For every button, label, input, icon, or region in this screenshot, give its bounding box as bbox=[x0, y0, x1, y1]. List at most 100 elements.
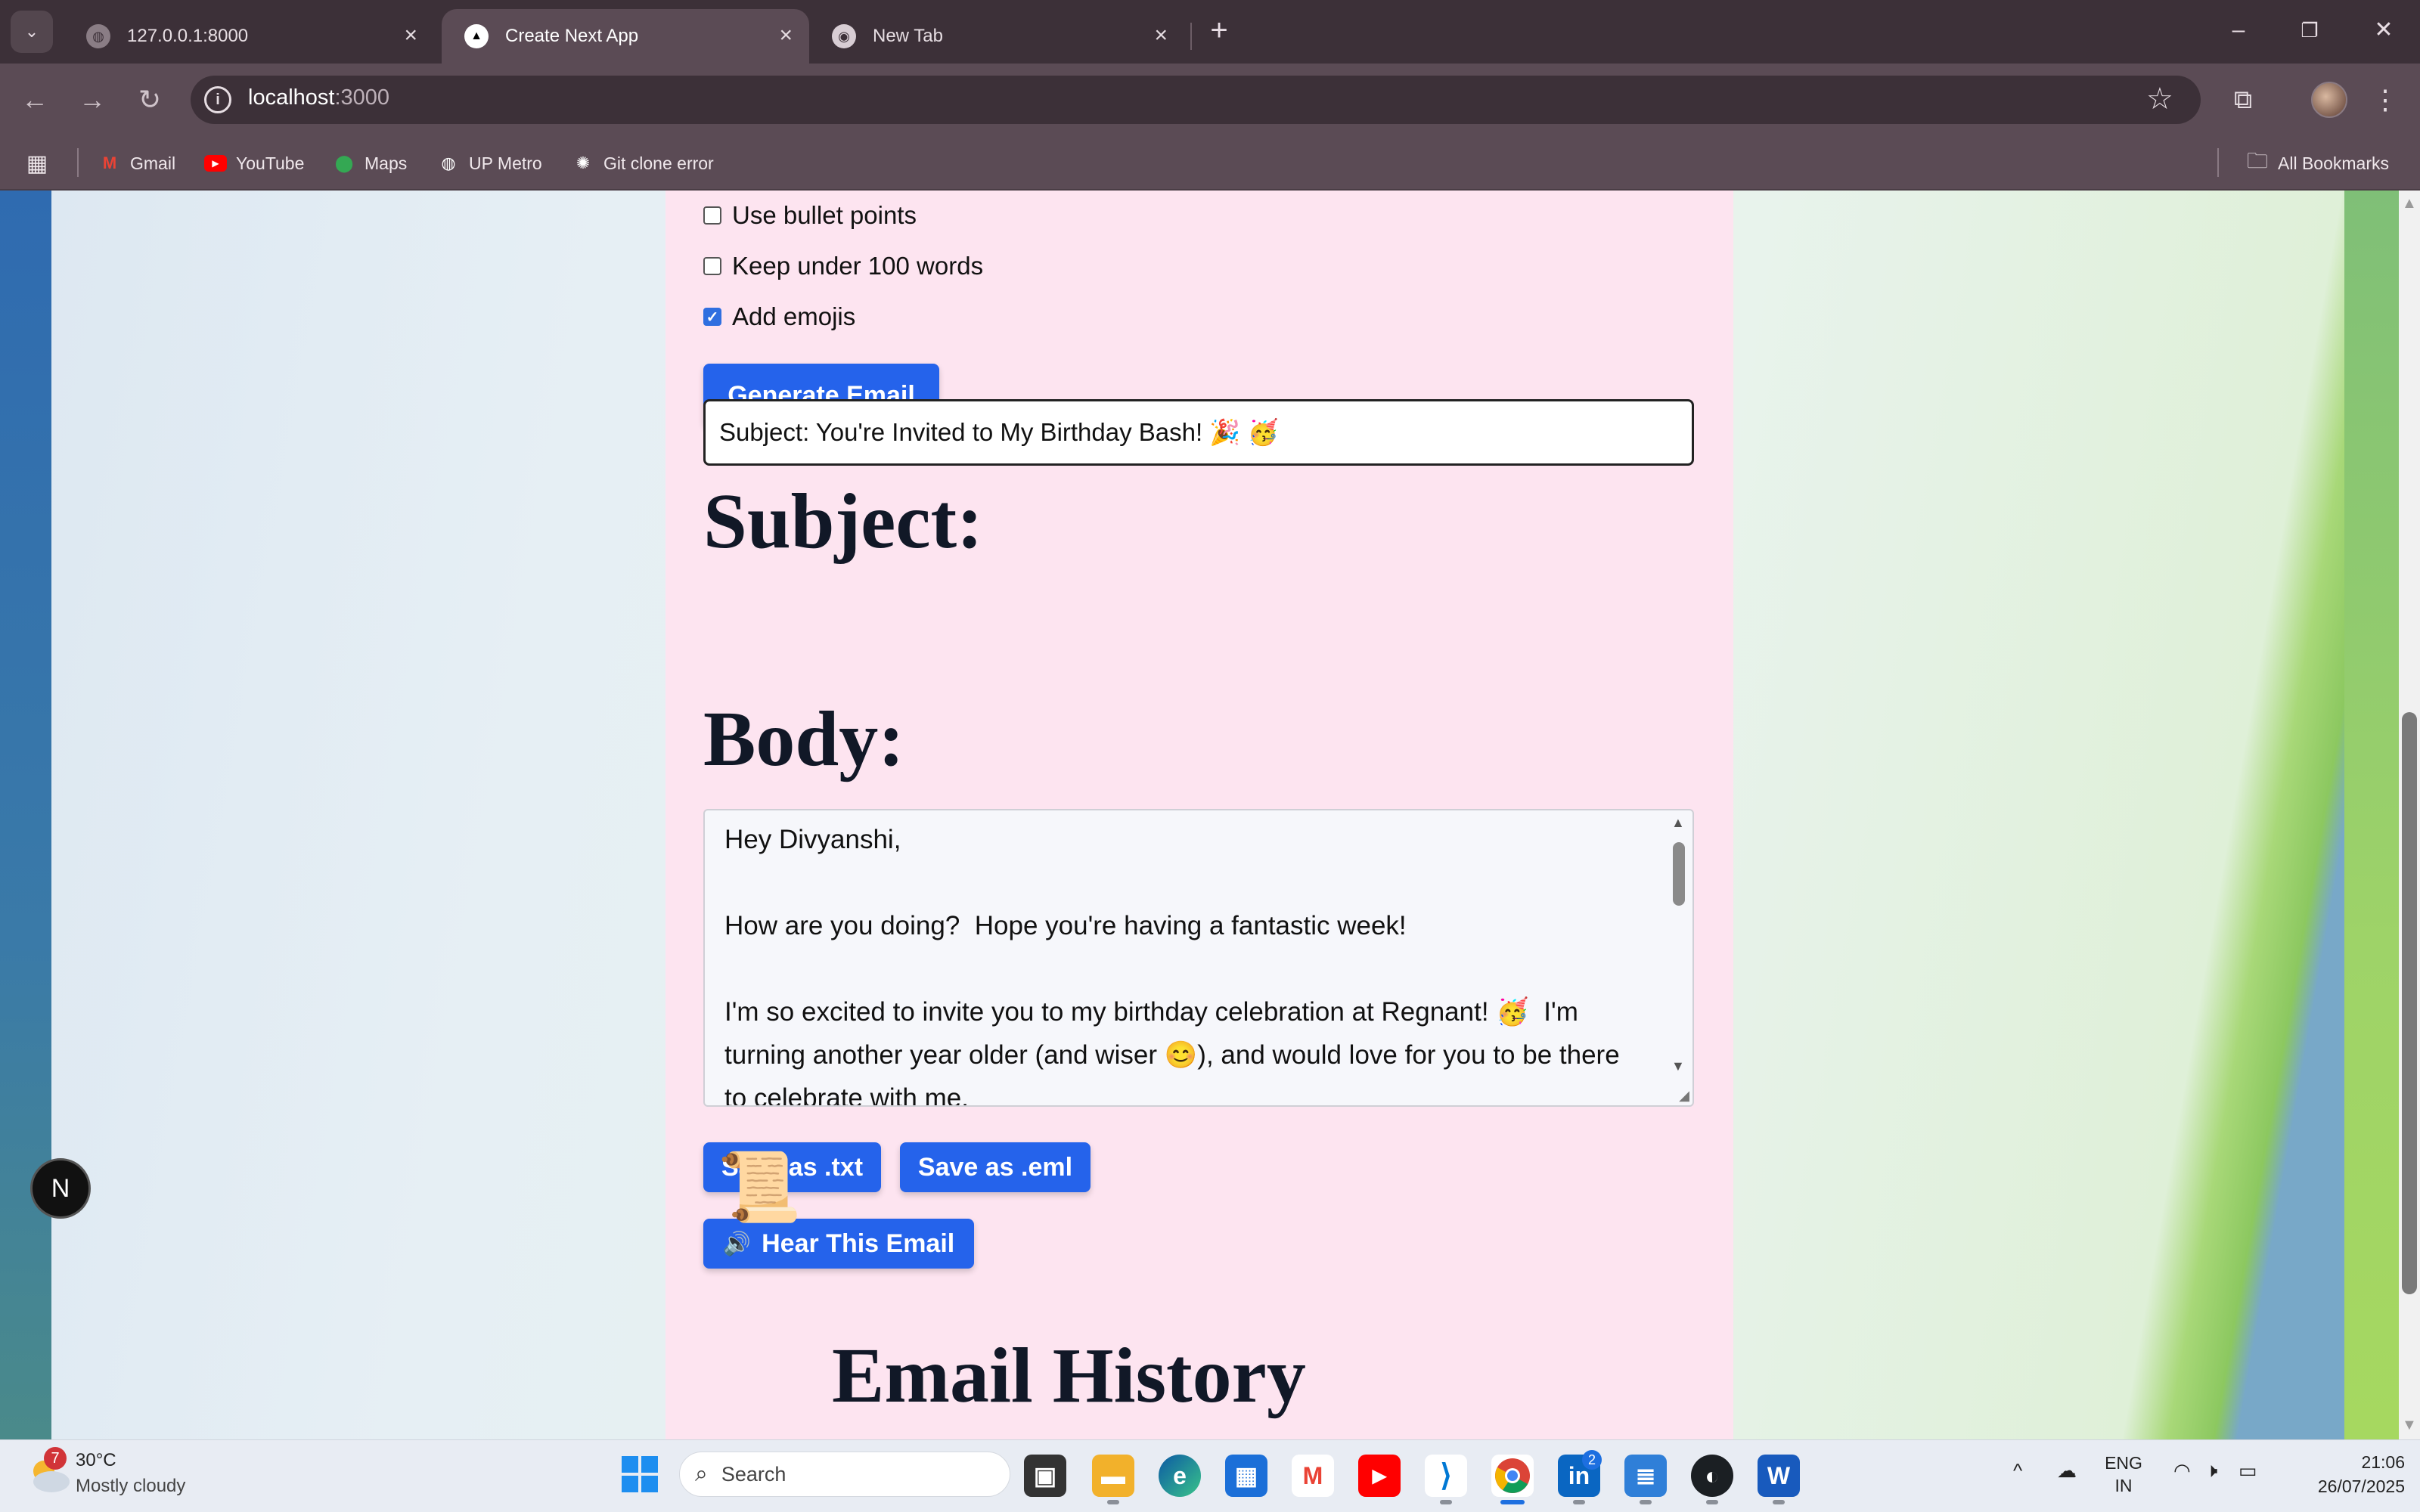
onedrive-icon[interactable]: ☁ bbox=[2057, 1459, 2077, 1483]
under-100-words-checkbox[interactable] bbox=[703, 257, 721, 275]
clock-date: 26/07/2025 bbox=[2317, 1476, 2405, 1496]
github-icon[interactable]: ◐ bbox=[1691, 1455, 1733, 1497]
subject-input[interactable]: Subject: You're Invited to My Birthday B… bbox=[703, 399, 1694, 466]
taskbar-search[interactable]: ⌕ Search bbox=[679, 1452, 1010, 1497]
bookmark-label: Maps bbox=[365, 153, 408, 173]
maps-icon: ⬤ bbox=[334, 153, 354, 172]
bookmark-label: Gmail bbox=[130, 153, 176, 173]
option-label: Keep under 100 words bbox=[732, 252, 984, 280]
tab-separator bbox=[1190, 23, 1192, 50]
running-indicator bbox=[1773, 1500, 1785, 1504]
address-url[interactable]: localhost:3000 bbox=[248, 85, 389, 110]
body-heading: Body: bbox=[703, 696, 904, 782]
clock-time: 21:06 bbox=[2361, 1452, 2405, 1472]
tab-new-tab[interactable]: ◉ New Tab × bbox=[809, 9, 1184, 64]
add-emojis-checkbox[interactable]: ✓ bbox=[703, 308, 721, 326]
lang-code: ENG bbox=[2105, 1453, 2142, 1473]
active-indicator bbox=[1500, 1500, 1525, 1504]
option-label: Use bullet points bbox=[732, 201, 917, 229]
textarea-scroll-thumb[interactable] bbox=[1673, 842, 1685, 906]
bookmark-gmail[interactable]: M Gmail bbox=[98, 147, 175, 180]
folder-icon: 🗀 bbox=[2246, 149, 2268, 172]
email-history-heading: Email History bbox=[832, 1332, 1306, 1419]
tab-title: New Tab bbox=[873, 26, 943, 46]
edge-icon[interactable]: e bbox=[1159, 1455, 1201, 1497]
hear-email-label: Hear This Email bbox=[762, 1228, 955, 1258]
page-scroll-thumb[interactable] bbox=[2402, 712, 2417, 1294]
address-bar[interactable] bbox=[191, 76, 2201, 124]
weather-alert-badge: 7 bbox=[44, 1447, 67, 1470]
volume-muted-icon[interactable]: 🕨 bbox=[2205, 1459, 2217, 1483]
scroll-up-arrow[interactable]: ▲ bbox=[2402, 195, 2417, 212]
wifi-icon[interactable]: ◠ bbox=[2173, 1459, 2191, 1483]
new-tab-button[interactable]: + bbox=[1202, 14, 1236, 47]
forward-button[interactable]: → bbox=[74, 82, 110, 118]
weather-desc[interactable]: Mostly cloudy bbox=[76, 1476, 185, 1497]
gmail-app-icon[interactable]: M bbox=[1292, 1455, 1334, 1497]
globe-icon: ◍ bbox=[86, 24, 110, 48]
textarea-scrollbar[interactable]: ▲ ▼ bbox=[1668, 813, 1689, 1101]
bookmark-label: Git clone error bbox=[603, 153, 714, 173]
option-add-emojis[interactable]: ✓ Add emojis bbox=[703, 302, 855, 331]
bookmark-maps[interactable]: ⬤ Maps bbox=[333, 147, 408, 180]
close-tab-icon[interactable]: × bbox=[1154, 24, 1168, 47]
store-icon[interactable]: ▦ bbox=[1225, 1455, 1267, 1497]
menu-kebab-icon[interactable]: ⋮ bbox=[2367, 82, 2403, 118]
back-button[interactable]: ← bbox=[17, 82, 53, 118]
close-tab-icon[interactable]: × bbox=[404, 24, 417, 47]
url-port: :3000 bbox=[334, 85, 390, 110]
textarea-scroll-up[interactable]: ▲ bbox=[1671, 815, 1685, 831]
lang-region: IN bbox=[2114, 1476, 2133, 1495]
close-window-button[interactable]: ✕ bbox=[2361, 14, 2406, 47]
tab-search-button[interactable]: ⌄ bbox=[11, 11, 53, 53]
task-view-icon[interactable]: ▣ bbox=[1024, 1455, 1066, 1497]
site-info-icon[interactable]: i bbox=[204, 86, 231, 113]
scroll-icon: 📜 bbox=[717, 1150, 802, 1225]
reload-button[interactable]: ↻ bbox=[132, 82, 168, 118]
youtube-app-icon[interactable]: ▶ bbox=[1358, 1455, 1401, 1497]
textarea-scroll-down[interactable]: ▼ bbox=[1671, 1058, 1685, 1074]
profile-avatar[interactable] bbox=[2311, 82, 2347, 118]
battery-icon[interactable]: ▭ bbox=[2238, 1459, 2257, 1483]
background-right-band bbox=[2344, 191, 2403, 1439]
tray-overflow-icon[interactable]: ^ bbox=[2013, 1459, 2022, 1483]
tab-create-next-app[interactable]: ▲ Create Next App × bbox=[442, 9, 809, 64]
close-tab-icon[interactable]: × bbox=[779, 24, 793, 47]
bookmark-separator bbox=[77, 148, 79, 177]
resize-handle-icon[interactable]: ◢ bbox=[1679, 1088, 1689, 1104]
minimize-button[interactable]: – bbox=[2216, 14, 2261, 47]
running-indicator bbox=[1640, 1500, 1652, 1504]
option-bullet-points[interactable]: Use bullet points bbox=[703, 201, 917, 230]
extensions-icon[interactable]: ⧉ bbox=[2225, 82, 2261, 118]
bookmark-up-metro[interactable]: ◍ UP Metro bbox=[437, 147, 541, 180]
scroll-down-arrow[interactable]: ▼ bbox=[2402, 1417, 2417, 1434]
vscode-icon[interactable]: ⟩ bbox=[1425, 1455, 1467, 1497]
bullet-points-checkbox[interactable] bbox=[703, 206, 721, 225]
option-under-100-words[interactable]: Keep under 100 words bbox=[703, 252, 983, 280]
windows-start-icon[interactable] bbox=[620, 1455, 659, 1494]
search-placeholder: Search bbox=[721, 1462, 786, 1486]
system-clock[interactable]: 21:06 26/07/2025 bbox=[2284, 1450, 2405, 1498]
nextjs-dev-badge[interactable]: N bbox=[30, 1158, 91, 1219]
tab-title: 127.0.0.1:8000 bbox=[127, 26, 249, 46]
chrome-app-icon[interactable] bbox=[1491, 1455, 1534, 1497]
openai-icon: ✺ bbox=[576, 153, 591, 172]
notepad-icon[interactable]: ≣ bbox=[1624, 1455, 1667, 1497]
word-icon[interactable]: W bbox=[1758, 1455, 1800, 1497]
weather-temp[interactable]: 30°C bbox=[76, 1450, 116, 1471]
all-bookmarks-button[interactable]: 🗀 All Bookmarks bbox=[2246, 147, 2389, 180]
gmail-icon: M bbox=[102, 153, 117, 172]
chrome-icon: ◉ bbox=[832, 24, 856, 48]
bookmark-youtube[interactable]: ▶ YouTube bbox=[204, 147, 304, 180]
search-icon: ⌕ bbox=[695, 1461, 708, 1486]
body-textarea[interactable]: Hey Divyanshi, How are you doing? Hope y… bbox=[703, 809, 1694, 1107]
bookmark-star-icon[interactable]: ☆ bbox=[2146, 82, 2173, 116]
bookmark-git-clone-error[interactable]: ✺ Git clone error bbox=[572, 147, 714, 180]
tab-localhost-8000[interactable]: ◍ 127.0.0.1:8000 × bbox=[64, 9, 434, 64]
file-explorer-icon[interactable]: ▬ bbox=[1092, 1455, 1134, 1497]
input-language[interactable]: ENG IN bbox=[2093, 1452, 2154, 1497]
apps-grid-icon[interactable]: ▦ bbox=[26, 147, 57, 180]
save-eml-button[interactable]: Save as .eml bbox=[900, 1142, 1091, 1192]
youtube-icon: ▶ bbox=[204, 152, 227, 175]
restore-button[interactable]: ❐ bbox=[2287, 14, 2332, 47]
